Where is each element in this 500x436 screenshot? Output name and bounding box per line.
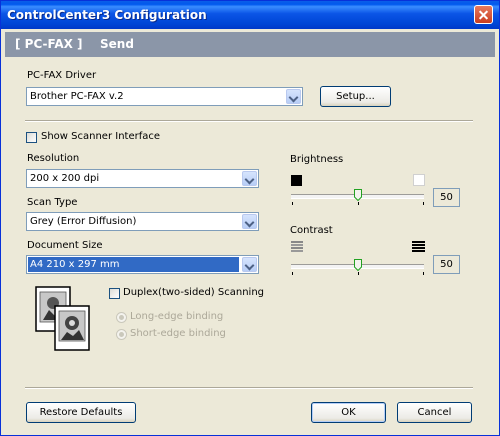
low-contrast-icon — [291, 241, 303, 252]
show-scanner-interface-label: Show Scanner Interface — [41, 131, 161, 142]
resolution-label: Resolution — [27, 153, 80, 164]
duplex-scanning-checkbox[interactable] — [109, 288, 120, 299]
chevron-down-icon[interactable] — [242, 214, 257, 229]
long-edge-binding-label: Long-edge binding — [130, 311, 224, 322]
restore-defaults-button[interactable]: Restore Defaults — [26, 402, 136, 423]
document-size-label: Document Size — [27, 240, 103, 251]
contrast-value: 50 — [433, 255, 460, 274]
scan-type-value: Grey (Error Diffusion) — [30, 216, 137, 227]
banner-action: Send — [100, 37, 134, 51]
configuration-dialog: ControlCenter3 Configuration [ PC-FAX ] … — [0, 0, 500, 436]
title-bar[interactable]: ControlCenter3 Configuration — [1, 1, 499, 29]
driver-label: PC-FAX Driver — [27, 70, 97, 81]
driver-select[interactable]: Brother PC-FAX v.2 — [26, 87, 303, 106]
cancel-button[interactable]: Cancel — [397, 402, 472, 423]
close-icon[interactable] — [474, 5, 493, 24]
contrast-label: Contrast — [290, 225, 333, 236]
scan-type-label: Scan Type — [27, 197, 78, 208]
high-contrast-icon — [412, 241, 425, 252]
chevron-down-icon[interactable] — [286, 89, 301, 104]
scan-type-select[interactable]: Grey (Error Diffusion) — [26, 212, 259, 231]
setup-button[interactable]: Setup... — [320, 86, 391, 107]
resolution-value: 200 x 200 dpi — [30, 173, 100, 184]
brightness-label: Brightness — [290, 154, 344, 165]
brightness-slider-thumb[interactable] — [354, 189, 362, 201]
divider — [25, 120, 473, 122]
contrast-slider-thumb[interactable] — [354, 259, 362, 271]
dark-square-icon — [291, 175, 302, 186]
show-scanner-interface-checkbox[interactable] — [26, 132, 37, 143]
short-edge-binding-label: Short-edge binding — [130, 328, 226, 339]
section-banner: [ PC-FAX ] Send — [5, 32, 495, 57]
resolution-select[interactable]: 200 x 200 dpi — [26, 169, 259, 188]
long-edge-binding-radio[interactable] — [116, 312, 127, 323]
document-size-value: A4 210 x 297 mm — [28, 257, 239, 272]
driver-value: Brother PC-FAX v.2 — [30, 91, 124, 102]
window-title: ControlCenter3 Configuration — [7, 8, 207, 22]
document-size-select[interactable]: A4 210 x 297 mm — [26, 255, 259, 274]
brightness-value: 50 — [433, 188, 460, 207]
chevron-down-icon[interactable] — [242, 171, 257, 186]
divider — [25, 387, 473, 389]
chevron-down-icon[interactable] — [242, 257, 257, 272]
light-square-icon — [413, 174, 425, 186]
ok-button[interactable]: OK — [311, 402, 386, 423]
short-edge-binding-radio[interactable] — [116, 329, 127, 340]
duplex-pages-icon — [35, 286, 95, 352]
banner-mode: [ PC-FAX ] — [15, 37, 83, 51]
duplex-scanning-label: Duplex(two-sided) Scanning — [123, 287, 265, 298]
